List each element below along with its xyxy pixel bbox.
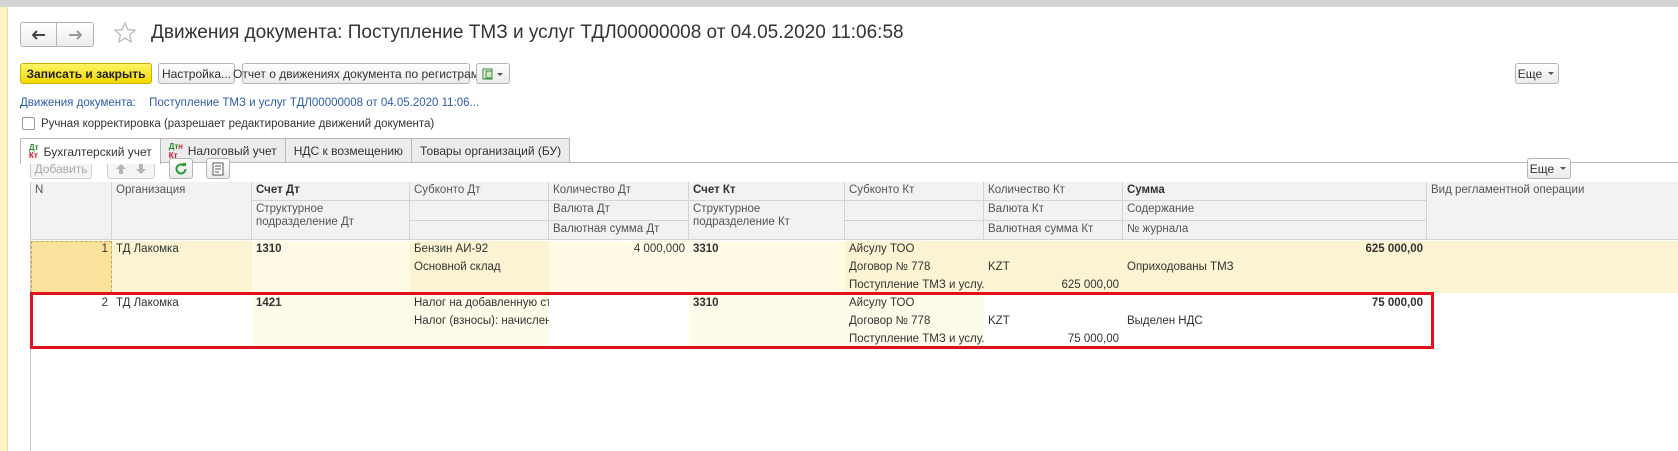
col-sum[interactable]: Сумма (1123, 182, 1427, 201)
save-close-button[interactable]: Записать и закрыть (20, 63, 152, 84)
col-subconto-kt-3 (845, 221, 984, 240)
table-more-label: Еще (1529, 161, 1555, 176)
dtkt-tax-icon: ДтН Кт (168, 141, 183, 160)
row1-currency-kt[interactable]: KZT (984, 259, 1123, 275)
col-organization[interactable]: Организация (112, 182, 252, 240)
arrow-down-icon (136, 163, 146, 174)
row1-n[interactable]: 1 (31, 241, 112, 257)
highlight-frame (30, 292, 1434, 349)
refresh-icon (175, 162, 187, 174)
refresh-button[interactable] (169, 158, 193, 179)
row1-organization[interactable]: ТД Лакомка (112, 241, 252, 257)
output-list-icon (212, 162, 224, 175)
page-title: Движения документа: Поступление ТМЗ и ус… (151, 22, 904, 43)
tab-divider (20, 162, 1678, 163)
manual-correction-row: Ручная корректировка (разрешает редактир… (22, 117, 434, 130)
row1-account-kt[interactable]: 3310 (689, 241, 845, 257)
col-qty-dt[interactable]: Количество Дт (549, 182, 689, 201)
window-top-strip (0, 0, 1678, 7)
arrow-left-icon (31, 29, 45, 40)
col-n[interactable]: N (31, 182, 112, 240)
document-link-label: Движения документа: (20, 97, 136, 109)
col-currency-sum-kt[interactable]: Валютная сумма Кт (984, 221, 1123, 240)
col-subconto-dt-2 (410, 201, 549, 221)
manual-correction-label[interactable]: Ручная корректировка (разрешает редактир… (41, 118, 434, 130)
chevron-down-icon (1548, 71, 1555, 75)
row1-account-dt[interactable]: 1310 (252, 241, 410, 257)
more-button[interactable]: Еще (1515, 63, 1559, 84)
col-operation-type[interactable]: Вид регламентной операции (1427, 182, 1678, 240)
forward-button[interactable] (57, 22, 94, 47)
col-account-kt[interactable]: Счет Кт (689, 182, 845, 201)
navigation-group (20, 22, 94, 47)
more-button-label: Еще (1517, 66, 1543, 81)
tab-tax-label: Налоговый учет (187, 144, 277, 158)
row1-content[interactable]: Оприходованы ТМЗ (1123, 259, 1427, 275)
row1-subconto-kt-3[interactable]: Поступление ТМЗ и услу... (845, 277, 984, 293)
output-list-button[interactable] (206, 158, 230, 179)
arrow-right-icon (69, 29, 82, 40)
arrow-up-icon (116, 163, 126, 174)
document-link-row: Движения документа: Поступление ТМЗ и ус… (20, 97, 489, 109)
row1-subconto-dt-1[interactable]: Бензин АИ-92 (410, 241, 549, 257)
chevron-down-icon (1560, 166, 1567, 170)
left-panel-strip (0, 7, 8, 451)
document-link[interactable]: Поступление ТМЗ и услуг ТДЛ00000008 от 0… (149, 97, 479, 109)
row1-currency-sum-kt[interactable]: 625 000,00 (984, 277, 1123, 293)
register-tabs: Дт Кт Бухгалтерский учет ДтН Кт Налоговый … (20, 138, 571, 164)
col-qty-kt[interactable]: Количество Кт (984, 182, 1123, 201)
row1-sum[interactable]: 625 000,00 (1123, 241, 1427, 257)
favorite-star-icon[interactable] (113, 21, 137, 48)
col-currency-sum-dt[interactable]: Валютная сумма Дт (549, 221, 689, 240)
col-content[interactable]: Содержание (1123, 201, 1427, 221)
registers-icon (482, 68, 503, 79)
tab-goods[interactable]: Товары организаций (БУ) (411, 138, 571, 163)
col-account-dt[interactable]: Счет Дт (252, 182, 410, 201)
col-currency-dt[interactable]: Валюта Дт (549, 201, 689, 221)
row1-subconto-kt-2[interactable]: Договор № 778 (845, 259, 984, 275)
col-subconto-dt-3 (410, 221, 549, 240)
tab-accounting[interactable]: Дт Кт Бухгалтерский учет (20, 138, 161, 164)
row1-subconto-dt-2[interactable]: Основной склад (410, 259, 549, 275)
col-subconto-kt-2 (845, 201, 984, 221)
col-subconto-dt[interactable]: Субконто Дт (410, 182, 549, 201)
report-variants-button[interactable] (476, 63, 510, 84)
table-more-button[interactable]: Еще (1527, 158, 1571, 179)
col-subconto-kt[interactable]: Субконто Кт (845, 182, 984, 201)
settings-button[interactable]: Настройка... (158, 63, 235, 84)
tab-accounting-label: Бухгалтерский учет (43, 144, 152, 159)
col-currency-kt[interactable]: Валюта Кт (984, 201, 1123, 221)
report-button[interactable]: Отчет о движениях документа по регистрам (233, 63, 479, 84)
dtkt-icon: Дт Кт (29, 142, 39, 160)
tab-vat-refund[interactable]: НДС к возмещению (284, 138, 413, 163)
row1-subconto-kt-1[interactable]: Айсулу ТОО (845, 241, 984, 257)
back-button[interactable] (20, 22, 57, 47)
col-department-kt[interactable]: Структурное подразделение Кт (689, 201, 845, 240)
manual-correction-checkbox[interactable] (22, 117, 35, 130)
row1-qty-dt[interactable]: 4 000,000 (549, 241, 689, 257)
col-journal[interactable]: № журнала (1123, 221, 1427, 240)
col-department-dt[interactable]: Структурное подразделение Дт (252, 201, 410, 240)
